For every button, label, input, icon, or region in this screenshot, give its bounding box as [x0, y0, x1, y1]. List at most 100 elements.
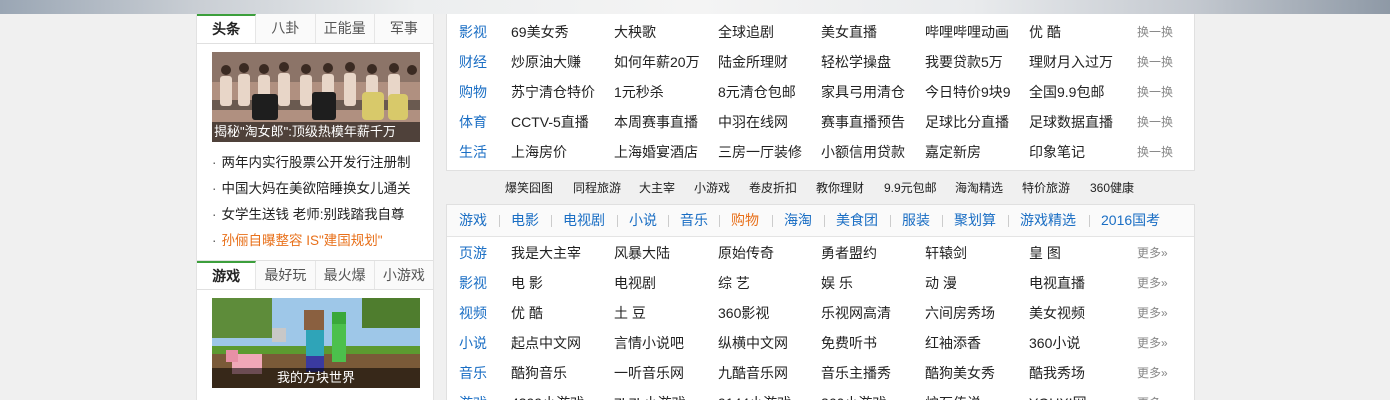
- link[interactable]: 哔哩哔哩动画: [925, 17, 1009, 47]
- quick-link[interactable]: 教你理财: [816, 174, 864, 202]
- link[interactable]: 炉石传说: [925, 388, 981, 400]
- link[interactable]: 7k7k小游戏: [614, 388, 686, 400]
- row-category[interactable]: 影视: [459, 17, 487, 47]
- link[interactable]: 69美女秀: [511, 17, 569, 47]
- quick-link[interactable]: 特价旅游: [1022, 174, 1070, 202]
- link[interactable]: 360小游戏: [821, 388, 886, 400]
- link[interactable]: 赛事直播预告: [821, 107, 905, 137]
- link[interactable]: 我要贷款5万: [925, 47, 1003, 77]
- link[interactable]: 美女视频: [1029, 298, 1085, 328]
- link[interactable]: 大秧歌: [614, 17, 656, 47]
- nav-novels[interactable]: 小说: [629, 205, 657, 236]
- nav-2016-exam[interactable]: 2016国考: [1101, 205, 1160, 236]
- nav-games[interactable]: 游戏: [459, 205, 487, 236]
- news-item-hot[interactable]: · 孙俪自曝整容 IS"建国规划": [212, 228, 424, 254]
- row-category[interactable]: 页游: [459, 238, 487, 268]
- link[interactable]: 皇 图: [1029, 238, 1061, 268]
- link[interactable]: 土 豆: [614, 298, 646, 328]
- link[interactable]: 上海婚宴酒店: [614, 137, 698, 167]
- link[interactable]: 纵横中文网: [718, 328, 788, 358]
- tab-military[interactable]: 军事: [375, 14, 433, 43]
- tab-most-popular[interactable]: 最火爆: [316, 261, 375, 289]
- link[interactable]: 4399小游戏: [511, 388, 584, 400]
- link[interactable]: 一听音乐网: [614, 358, 684, 388]
- link[interactable]: 今日特价9块9: [925, 77, 1011, 107]
- link[interactable]: 综 艺: [718, 268, 750, 298]
- link[interactable]: 全球追剧: [718, 17, 774, 47]
- refresh-button[interactable]: 换一换: [1137, 107, 1173, 137]
- quick-link[interactable]: 海淘精选: [955, 174, 1003, 202]
- link[interactable]: 如何年薪20万: [614, 47, 700, 77]
- quick-link[interactable]: 爆笑囧图: [505, 174, 553, 202]
- quick-link[interactable]: 小游戏: [694, 174, 730, 202]
- more-link[interactable]: 更多»: [1137, 268, 1168, 298]
- row-category[interactable]: 音乐: [459, 358, 487, 388]
- link[interactable]: 优 酷: [1029, 17, 1061, 47]
- row-category[interactable]: 影视: [459, 268, 487, 298]
- link[interactable]: 优 酷: [511, 298, 543, 328]
- link[interactable]: CCTV-5直播: [511, 107, 589, 137]
- link[interactable]: 轩辕剑: [925, 238, 967, 268]
- nav-juhuasuan[interactable]: 聚划算: [954, 205, 996, 236]
- link[interactable]: 炒原油大赚: [511, 47, 581, 77]
- tab-most-fun[interactable]: 最好玩: [256, 261, 316, 289]
- news-item[interactable]: · 中国大妈在美欲陪睡换女儿通关: [212, 176, 424, 202]
- link[interactable]: 陆金所理财: [718, 47, 788, 77]
- link[interactable]: 360小说: [1029, 328, 1080, 358]
- link[interactable]: 360影视: [718, 298, 769, 328]
- row-category[interactable]: 购物: [459, 77, 487, 107]
- nav-music[interactable]: 音乐: [680, 205, 708, 236]
- row-category[interactable]: 游戏: [459, 388, 487, 400]
- link[interactable]: 美女直播: [821, 17, 877, 47]
- link[interactable]: 免费听书: [821, 328, 877, 358]
- link[interactable]: 电视直播: [1029, 268, 1085, 298]
- link[interactable]: 酷我秀场: [1029, 358, 1085, 388]
- link[interactable]: 电视剧: [614, 268, 656, 298]
- row-category[interactable]: 生活: [459, 137, 487, 167]
- news-item[interactable]: · 两年内实行股票公开发行注册制: [212, 150, 424, 176]
- link[interactable]: 上海房价: [511, 137, 567, 167]
- quick-link[interactable]: 同程旅游: [573, 174, 621, 202]
- quick-link[interactable]: 卷皮折扣: [749, 174, 797, 202]
- link[interactable]: 娱 乐: [821, 268, 853, 298]
- tab-positive-energy[interactable]: 正能量: [316, 14, 375, 43]
- link[interactable]: 动 漫: [925, 268, 957, 298]
- refresh-button[interactable]: 换一换: [1137, 77, 1173, 107]
- link[interactable]: 红袖添香: [925, 328, 981, 358]
- link[interactable]: 9144小游戏: [718, 388, 791, 400]
- link[interactable]: 六间房秀场: [925, 298, 995, 328]
- link[interactable]: 风暴大陆: [614, 238, 670, 268]
- game-photo[interactable]: 我的方块世界: [212, 298, 420, 388]
- nav-shopping[interactable]: 购物: [731, 205, 759, 236]
- link[interactable]: 我是大主宰: [511, 238, 581, 268]
- link[interactable]: 酷狗音乐: [511, 358, 567, 388]
- link[interactable]: 8元清仓包邮: [718, 77, 796, 107]
- link[interactable]: 全国9.9包邮: [1029, 77, 1104, 107]
- link[interactable]: 三房一厅装修: [718, 137, 802, 167]
- link[interactable]: 乐视网高清: [821, 298, 891, 328]
- link[interactable]: 本周赛事直播: [614, 107, 698, 137]
- link[interactable]: 嘉定新房: [925, 137, 981, 167]
- link[interactable]: 中羽在线网: [718, 107, 788, 137]
- news-item[interactable]: · 女学生送钱 老师:别践踏我自尊: [212, 202, 424, 228]
- refresh-button[interactable]: 换一换: [1137, 137, 1173, 167]
- link[interactable]: 家具弓用清仓: [821, 77, 905, 107]
- more-link[interactable]: 更多»: [1137, 328, 1168, 358]
- row-category[interactable]: 体育: [459, 107, 487, 137]
- link[interactable]: 电 影: [511, 268, 543, 298]
- quick-link[interactable]: 9.9元包邮: [884, 174, 937, 202]
- link[interactable]: 九酷音乐网: [718, 358, 788, 388]
- link[interactable]: 音乐主播秀: [821, 358, 891, 388]
- nav-clothing[interactable]: 服装: [902, 205, 930, 236]
- row-category[interactable]: 小说: [459, 328, 487, 358]
- link[interactable]: YOUXI网: [1029, 388, 1087, 400]
- refresh-button[interactable]: 换一换: [1137, 17, 1173, 47]
- link[interactable]: 足球比分直播: [925, 107, 1009, 137]
- more-link[interactable]: 更多»: [1137, 298, 1168, 328]
- row-category[interactable]: 视频: [459, 298, 487, 328]
- link[interactable]: 理财月入过万: [1029, 47, 1113, 77]
- quick-link[interactable]: 大主宰: [639, 174, 675, 202]
- link[interactable]: 酷狗美女秀: [925, 358, 995, 388]
- nav-overseas-shopping[interactable]: 海淘: [784, 205, 812, 236]
- more-link[interactable]: 更多»: [1137, 358, 1168, 388]
